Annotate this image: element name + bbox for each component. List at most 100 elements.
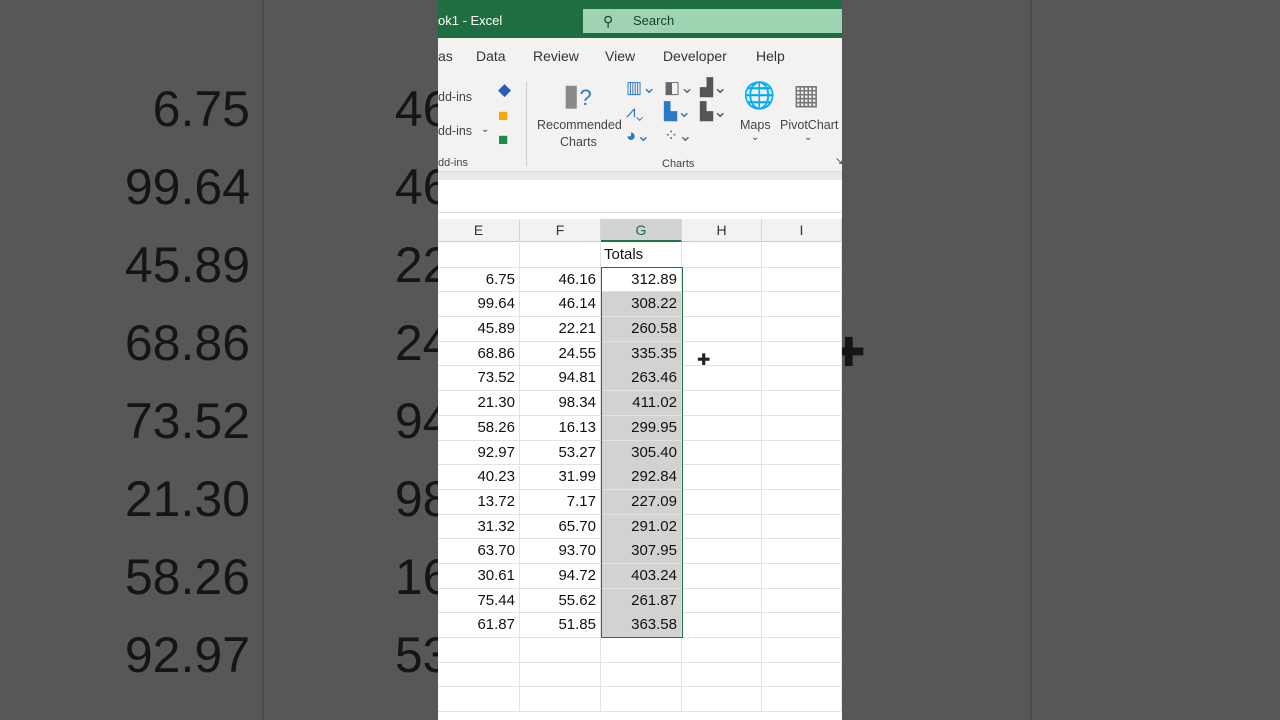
get-addins-button[interactable]: dd-ins [438, 90, 472, 104]
pie-chart-icon[interactable]: ◕⌄ [626, 126, 651, 146]
cell-f[interactable]: 55.62 [520, 588, 601, 613]
cell-g[interactable]: 292.84 [601, 465, 682, 490]
cell-g[interactable]: 291.02 [601, 514, 682, 539]
cell-e[interactable]: 6.75 [438, 267, 520, 292]
cell-e[interactable]: 21.30 [438, 391, 520, 416]
cell-f[interactable]: 22.21 [520, 317, 601, 342]
cell-h[interactable] [682, 613, 762, 638]
cell[interactable] [438, 638, 520, 662]
cell-e[interactable]: 30.61 [438, 563, 520, 588]
column-header-e[interactable]: E [438, 219, 520, 242]
cell-i[interactable] [762, 613, 842, 638]
tab-developer[interactable]: Developer [663, 48, 727, 64]
cell-i[interactable] [762, 267, 842, 292]
cell-h[interactable] [682, 391, 762, 416]
cell-e[interactable]: 63.70 [438, 539, 520, 564]
cell[interactable] [682, 638, 762, 662]
bing-maps-icon[interactable]: ■ [498, 106, 508, 126]
line-chart-icon[interactable]: ⩘⌄ [626, 102, 644, 122]
cell-i[interactable] [762, 539, 842, 564]
cell-f[interactable]: 65.70 [520, 514, 601, 539]
cell-g[interactable]: 260.58 [601, 317, 682, 342]
cell[interactable] [438, 662, 520, 687]
cell-e[interactable]: 61.87 [438, 613, 520, 638]
cell-g[interactable]: 261.87 [601, 588, 682, 613]
cell-i[interactable] [762, 440, 842, 465]
cell-h[interactable] [682, 539, 762, 564]
cell-g[interactable]: 335.35 [601, 341, 682, 366]
cell-i[interactable] [762, 489, 842, 514]
cell-f[interactable]: 98.34 [520, 391, 601, 416]
recommended-charts-icon[interactable]: ▮? [563, 78, 592, 113]
cell[interactable] [762, 662, 842, 687]
cell-e[interactable]: 73.52 [438, 366, 520, 391]
column-header-h[interactable]: H [682, 219, 762, 242]
cell[interactable] [520, 243, 601, 267]
cell-e[interactable]: 31.32 [438, 514, 520, 539]
column-chart-icon[interactable]: ▥⌄ [626, 78, 656, 98]
cell-h[interactable] [682, 267, 762, 292]
cell-i[interactable] [762, 391, 842, 416]
tab-help[interactable]: Help [756, 48, 785, 64]
cell-g[interactable]: 299.95 [601, 415, 682, 440]
cell-e[interactable]: 58.26 [438, 415, 520, 440]
cell[interactable] [520, 638, 601, 662]
cell-g[interactable]: 363.58 [601, 613, 682, 638]
cell-h[interactable] [682, 465, 762, 490]
cell-i[interactable] [762, 514, 842, 539]
cell[interactable] [438, 243, 520, 267]
cell-e[interactable]: 45.89 [438, 317, 520, 342]
cell-e[interactable]: 40.23 [438, 465, 520, 490]
cell-g[interactable]: 227.09 [601, 489, 682, 514]
cell-i[interactable] [762, 465, 842, 490]
cell-i[interactable] [762, 341, 842, 366]
column-header-g[interactable]: G [601, 219, 682, 242]
cell-g[interactable]: 403.24 [601, 563, 682, 588]
cell-h[interactable] [682, 317, 762, 342]
cell[interactable] [601, 687, 682, 712]
recommended-charts-label[interactable]: Recommended [537, 118, 622, 132]
cell-i[interactable] [762, 292, 842, 317]
cell[interactable] [762, 243, 842, 267]
statistic-chart-icon[interactable]: ▙⌄ [664, 102, 691, 122]
cell-h[interactable] [682, 415, 762, 440]
cell-f[interactable]: 46.14 [520, 292, 601, 317]
cell[interactable] [601, 662, 682, 687]
cell[interactable] [520, 687, 601, 712]
maps-button[interactable]: Maps [740, 118, 771, 132]
chevron-down-icon[interactable]: ⌄ [804, 132, 812, 143]
cell[interactable] [762, 687, 842, 712]
cell-f[interactable]: 46.16 [520, 267, 601, 292]
cell[interactable] [520, 662, 601, 687]
search-box[interactable]: ⚲ Search [583, 9, 842, 33]
cell-h[interactable] [682, 366, 762, 391]
cell[interactable] [762, 638, 842, 662]
cell-f[interactable]: 24.55 [520, 341, 601, 366]
combo-chart-icon[interactable]: ▙⌄ [700, 102, 727, 122]
cell-e[interactable]: 68.86 [438, 341, 520, 366]
cell-f[interactable]: 93.70 [520, 539, 601, 564]
pivotchart-icon[interactable]: ▦ [793, 78, 819, 111]
cell-e[interactable]: 92.97 [438, 440, 520, 465]
cell-g[interactable]: 308.22 [601, 292, 682, 317]
cell-f[interactable]: 53.27 [520, 440, 601, 465]
cell-g[interactable]: 305.40 [601, 440, 682, 465]
dialog-launcher-icon[interactable]: ↘ [835, 156, 842, 167]
cell[interactable] [601, 638, 682, 662]
visio-icon[interactable]: ◆ [498, 80, 511, 100]
cell-e[interactable]: 13.72 [438, 489, 520, 514]
cell-e[interactable]: 75.44 [438, 588, 520, 613]
cell-h[interactable] [682, 489, 762, 514]
cell-h[interactable] [682, 588, 762, 613]
cell-h[interactable] [682, 440, 762, 465]
cell-h[interactable] [682, 514, 762, 539]
tab-data[interactable]: Data [476, 48, 506, 64]
cell-h[interactable] [682, 292, 762, 317]
cell-h[interactable] [682, 341, 762, 366]
cell-i[interactable] [762, 317, 842, 342]
cell-f[interactable]: 16.13 [520, 415, 601, 440]
recommended-charts-label-2[interactable]: Charts [560, 135, 597, 149]
cell-e[interactable]: 99.64 [438, 292, 520, 317]
cell[interactable] [682, 662, 762, 687]
cell[interactable] [438, 687, 520, 712]
